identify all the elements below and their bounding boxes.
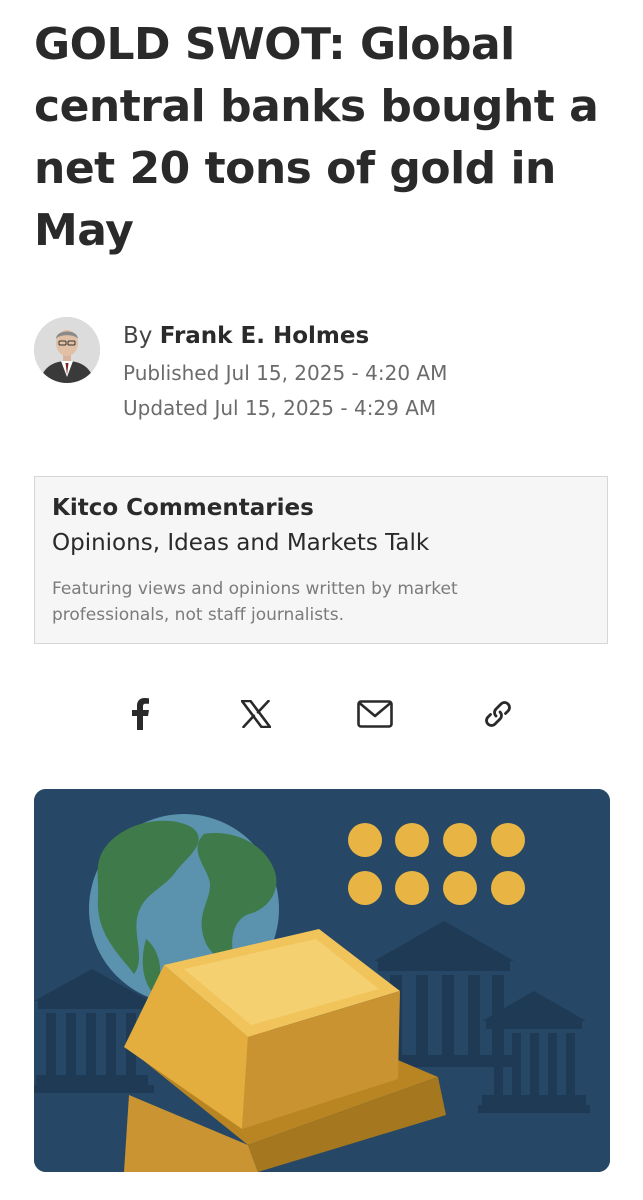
link-icon [482, 698, 514, 734]
facebook-icon [130, 698, 150, 734]
by-prefix: By [123, 323, 153, 349]
author-name[interactable]: Frank E. Holmes [160, 323, 369, 349]
byline: By Frank E. Holmes [123, 316, 447, 356]
author-section: By Frank E. Holmes Published Jul 15, 202… [34, 316, 614, 426]
facebook-share-button[interactable] [118, 694, 162, 738]
commentary-subtitle: Opinions, Ideas and Markets Talk [52, 530, 430, 556]
commentary-notice: Kitco Commentaries Opinions, Ideas and M… [34, 476, 608, 644]
article-headline: GOLD SWOT: Global central banks bought a… [34, 19, 599, 256]
author-avatar[interactable] [34, 317, 100, 383]
share-bar [0, 690, 643, 746]
hero-image [34, 789, 610, 1172]
x-icon [240, 699, 272, 732]
x-share-button[interactable] [234, 694, 278, 738]
published-date: Published Jul 15, 2025 - 4:20 AM [123, 361, 448, 385]
mail-icon [357, 700, 393, 732]
updated-date: Updated Jul 15, 2025 - 4:29 AM [123, 396, 437, 420]
email-share-button[interactable] [353, 694, 397, 738]
commentary-description: Featuring views and opinions written by … [52, 579, 458, 625]
copy-link-button[interactable] [476, 694, 520, 738]
author-meta: By Frank E. Holmes Published Jul 15, 202… [123, 316, 447, 426]
commentary-title: Kitco Commentaries [52, 495, 314, 521]
